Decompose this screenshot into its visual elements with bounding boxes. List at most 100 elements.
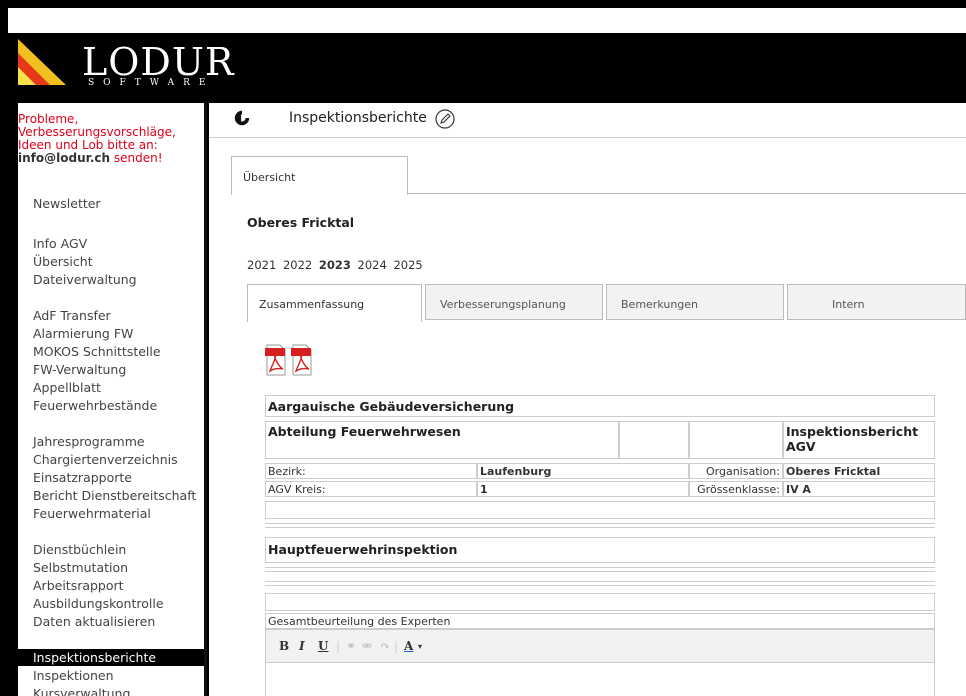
sidebar-item-mokos[interactable]: MOKOS Schnittstelle <box>33 343 161 360</box>
year-link-2021[interactable]: 2021 <box>247 258 276 272</box>
empty-cell <box>689 421 783 459</box>
notice-suffix: senden! <box>110 151 163 165</box>
notice-email-link[interactable]: info@lodur.ch <box>18 151 110 165</box>
link-icon[interactable]: ⚭ <box>346 639 356 653</box>
org-title: Aargauische Gebäudeversicherung <box>268 399 515 414</box>
editor-toolbar: B I U | ⚭ ⚮ ↷ | A ▾ <box>266 630 934 663</box>
bold-button[interactable]: B <box>279 639 289 653</box>
organisation-label: Organisation: <box>706 465 780 478</box>
tab-intern[interactable]: Intern <box>787 284 966 320</box>
year-link-2025[interactable]: 2025 <box>393 258 422 272</box>
toolbar-separator: | <box>394 639 399 653</box>
sidebar-item-kursverwaltung[interactable]: Kursverwaltung <box>33 685 130 696</box>
edit-pencil-icon[interactable] <box>435 109 455 129</box>
feedback-notice: Probleme, Verbesserungsvorschläge, Ideen… <box>18 113 204 165</box>
tab-uebersicht[interactable]: Übersicht <box>231 156 408 195</box>
sidebar-item-uebersicht[interactable]: Übersicht <box>33 253 93 270</box>
section-row: Hauptfeuerwehrinspektion <box>265 537 935 563</box>
report-title: Inspektionsbericht AGV <box>786 424 918 454</box>
dept-cell: Abteilung Feuerwehrwesen <box>265 421 619 459</box>
logo-subtext: SOFTWARE <box>88 78 215 88</box>
tab-label: Intern <box>832 298 865 311</box>
main-content: Inspektionsberichte Übersicht Oberes Fri… <box>209 103 966 696</box>
sidebar-item-newsletter[interactable]: Newsletter <box>33 195 101 212</box>
header: LODUR SOFTWARE <box>8 33 966 88</box>
sidebar-item-inspektionsberichte[interactable]: Inspektionsberichte <box>18 649 204 666</box>
sidebar-item-einsatzrapporte[interactable]: Einsatzrapporte <box>33 469 132 486</box>
tab-verbesserungsplanung[interactable]: Verbesserungsplanung <box>425 284 603 320</box>
empty-cell <box>619 421 689 459</box>
sidebar-item-chargiertenverzeichnis[interactable]: Chargiertenverzeichnis <box>33 451 178 468</box>
italic-button[interactable]: I <box>299 639 305 653</box>
report-header-row: Aargauische Gebäudeversicherung <box>265 395 935 417</box>
sidebar-item-info-agv[interactable]: Info AGV <box>33 235 87 252</box>
divider-line <box>265 585 935 586</box>
assessment-editor[interactable]: B I U | ⚭ ⚮ ↷ | A ▾ <box>265 629 935 696</box>
kreis-label-cell: AGV Kreis: <box>265 481 477 497</box>
divider-line <box>265 581 935 582</box>
sidebar-item-appellblatt[interactable]: Appellblatt <box>33 379 101 396</box>
lodur-logo[interactable]: LODUR SOFTWARE <box>18 37 234 88</box>
sidebar-item-fw-verwaltung[interactable]: FW-Verwaltung <box>33 361 126 378</box>
report-title-line: AGV <box>786 439 816 454</box>
sidebar-item-ausbildungskontrolle[interactable]: Ausbildungskontrolle <box>33 595 164 612</box>
unlink-icon[interactable]: ⚮ <box>362 639 372 653</box>
report-tabs: Zusammenfassung Verbesserungsplanung Bem… <box>247 284 966 322</box>
tab-zusammenfassung[interactable]: Zusammenfassung <box>247 284 422 322</box>
pdf-icon[interactable] <box>291 341 313 377</box>
tab-label: Übersicht <box>243 171 296 184</box>
bezirk-value: Laufenburg <box>480 465 552 478</box>
section-title: Hauptfeuerwehrinspektion <box>268 542 458 557</box>
dept-title: Abteilung Feuerwehrwesen <box>268 424 461 439</box>
tab-label: Verbesserungsplanung <box>440 298 566 311</box>
sidebar-item-adf-transfer[interactable]: AdF Transfer <box>33 307 111 324</box>
sidebar-item-feuerwehrmaterial[interactable]: Feuerwehrmaterial <box>33 505 151 522</box>
divider-line <box>265 523 935 524</box>
sidebar-item-selbstmutation[interactable]: Selbstmutation <box>33 559 128 576</box>
font-color-button[interactable]: A <box>404 639 413 653</box>
sidebar-item-bericht-dienstbereitschaft[interactable]: Bericht Dienstbereitschaft <box>33 487 196 504</box>
sidebar-item-inspektionen[interactable]: Inspektionen <box>33 667 114 684</box>
divider-line <box>265 567 935 568</box>
sidebar-item-arbeitsrapport[interactable]: Arbeitsrapport <box>33 577 124 594</box>
year-selector: 2021 2022 2023 2024 2025 <box>247 258 426 272</box>
kreis-value-cell: 1 <box>477 481 689 497</box>
page-title: Inspektionsberichte <box>289 110 427 126</box>
tab-label: Zusammenfassung <box>259 298 365 311</box>
logo-triangle-icon <box>18 39 66 85</box>
sidebar-item-jahresprogramme[interactable]: Jahresprogramme <box>33 433 145 450</box>
sidebar-item-dateiverwaltung[interactable]: Dateiverwaltung <box>33 271 137 288</box>
bezirk-label: Bezirk: <box>268 465 306 478</box>
bezirk-value-cell: Laufenburg <box>477 463 689 479</box>
tab-bemerkungen[interactable]: Bemerkungen <box>606 284 784 320</box>
sidebar-item-daten-aktualisieren[interactable]: Daten aktualisieren <box>33 613 155 630</box>
sidebar-item-feuerwehrbestaende[interactable]: Feuerwehrbestände <box>33 397 157 414</box>
divider-line <box>265 527 935 528</box>
tab-divider <box>407 193 966 194</box>
year-link-2022[interactable]: 2022 <box>283 258 312 272</box>
pdf-icon[interactable] <box>265 341 287 377</box>
organisation-label-cell: Organisation: <box>689 463 783 479</box>
blank-row <box>265 593 935 611</box>
app-window: LODUR SOFTWARE Probleme, Verbesserungsvo… <box>0 0 966 696</box>
blank-row <box>265 501 935 519</box>
notice-line: info@lodur.ch senden! <box>18 152 204 165</box>
report-title-line: Inspektionsbericht <box>786 424 919 439</box>
redo-icon[interactable]: ↷ <box>380 639 390 653</box>
sidebar-item-alarmierung-fw[interactable]: Alarmierung FW <box>33 325 133 342</box>
pdf-downloads <box>265 341 335 381</box>
chevron-down-icon[interactable]: ▾ <box>418 642 422 651</box>
divider-line <box>265 571 935 572</box>
back-arrow-icon[interactable] <box>233 109 251 127</box>
underline-button[interactable]: U <box>318 639 328 653</box>
toolbar-separator: | <box>336 639 341 653</box>
kreis-value: 1 <box>480 483 488 496</box>
organisation-value-cell: Oberes Fricktal <box>783 463 935 479</box>
sidebar-item-dienstbuechlein[interactable]: Dienstbüchlein <box>33 541 126 558</box>
groesse-label: Grössenklasse: <box>697 483 780 496</box>
year-link-2023[interactable]: 2023 <box>319 258 351 272</box>
logo-text: LODUR <box>82 40 235 84</box>
title-bar: Inspektionsberichte <box>209 103 966 138</box>
assessment-label: Gesamtbeurteilung des Experten <box>268 615 451 628</box>
year-link-2024[interactable]: 2024 <box>358 258 387 272</box>
